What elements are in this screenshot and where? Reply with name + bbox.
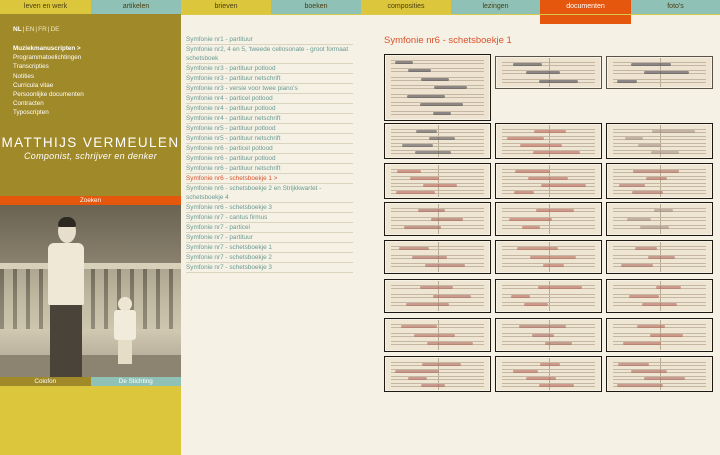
manuscript-thumbnail[interactable] — [606, 240, 713, 274]
document-list-item[interactable]: Symfonie nr6 - schetsboekje 3 — [186, 203, 353, 213]
manuscript-thumbnail[interactable] — [384, 318, 491, 352]
manuscript-thumbnail[interactable] — [384, 240, 491, 274]
sidebar-menu-item[interactable]: Programmatoelichtingen — [13, 53, 84, 62]
manuscript-thumbnail[interactable] — [606, 202, 713, 236]
nav-tab[interactable]: lezingen — [451, 0, 540, 14]
manuscript-thumbnail[interactable] — [384, 279, 491, 313]
manuscript-thumbnail[interactable] — [495, 356, 602, 392]
sidebar-bottom-panel — [0, 386, 181, 455]
language-switcher: NL|EN|FR|DE — [13, 26, 61, 33]
language-option[interactable]: NL — [13, 26, 22, 33]
nav-tab[interactable]: leven en werk — [0, 0, 91, 14]
document-list-item[interactable]: Symfonie nr3 - partituur netschrift — [186, 74, 353, 84]
document-list-item[interactable]: Symfonie nr7 - cantus firmus — [186, 213, 353, 223]
document-list-item[interactable]: Symfonie nr3 - versie voor twee piano's — [186, 84, 353, 94]
document-list-item[interactable]: Symfonie nr7 - schetsboekje 1 — [186, 243, 353, 253]
document-list-item[interactable]: Symfonie nr4 - particel potlood — [186, 94, 353, 104]
sidebar-menu-item[interactable]: Transcripties — [13, 62, 84, 71]
manuscript-thumbnail[interactable] — [384, 202, 491, 236]
portrait-photo — [0, 205, 181, 377]
document-list-item[interactable]: Symfonie nr6 - partituur netschrift — [186, 164, 353, 174]
sidebar-menu-item[interactable]: Notities — [13, 72, 84, 81]
language-option[interactable]: EN — [25, 26, 34, 33]
document-list-item[interactable]: Symfonie nr6 - partituur potlood — [186, 154, 353, 164]
nav-tab[interactable]: foto's — [631, 0, 720, 14]
document-list-item[interactable]: Symfonie nr4 - partituur potlood — [186, 104, 353, 114]
document-list-item[interactable]: Symfonie nr5 - partituur netschrift — [186, 134, 353, 144]
colofon-link[interactable]: Colofon — [0, 377, 91, 386]
manuscript-thumbnail[interactable] — [384, 163, 491, 199]
manuscript-thumbnail[interactable] — [606, 163, 713, 199]
sidebar-menu-item[interactable]: Persoonlijke documenten — [13, 90, 84, 99]
manuscript-thumbnail[interactable] — [495, 163, 602, 199]
language-option[interactable]: DE — [50, 26, 59, 33]
document-list-item[interactable]: Symfonie nr6 - schetsboekje 1 > — [186, 174, 353, 184]
language-option[interactable]: FR — [38, 26, 47, 33]
nav-tab[interactable]: composities — [361, 0, 451, 14]
sidebar-menu-item[interactable]: Typoscripten — [13, 108, 84, 117]
document-list-item[interactable]: Symfonie nr7 - partituur — [186, 233, 353, 243]
manuscript-thumbnail[interactable] — [495, 279, 602, 313]
document-list-item[interactable]: Symfonie nr3 - partituur potlood — [186, 64, 353, 74]
site-tagline: Componist, schrijver en denker — [23, 151, 158, 161]
document-list-item[interactable]: Symfonie nr4 - partituur netschrift — [186, 114, 353, 124]
sidebar-menu: Muziekmanuscripten > Programmatoelichting… — [13, 44, 84, 118]
document-list-item[interactable]: Symfonie nr6 - schetsboekje 2 en Strijkk… — [186, 184, 353, 203]
manuscript-thumbnail[interactable] — [606, 318, 713, 352]
nav-tab[interactable]: artikelen — [91, 0, 181, 14]
nav-tab[interactable]: documenten — [540, 0, 631, 24]
top-navigation: leven en werk artikelen brieven boeken compo… — [0, 0, 720, 24]
manuscript-thumbnail[interactable] — [606, 123, 713, 159]
manuscript-thumbnail[interactable] — [606, 279, 713, 313]
document-list-item[interactable]: Symfonie nr6 - particel potlood — [186, 144, 353, 154]
manuscript-thumbnail[interactable] — [495, 123, 602, 159]
sidebar: NL|EN|FR|DE Muziekmanuscripten > Programm… — [0, 14, 181, 455]
document-list-item[interactable]: Symfonie nr2, 4 en 5, 'tweede cellosonat… — [186, 45, 353, 64]
document-list-item[interactable]: Symfonie nr7 - particel — [186, 223, 353, 233]
manuscript-thumbnail[interactable] — [495, 318, 602, 352]
document-list-item[interactable]: Symfonie nr5 - partituur potlood — [186, 124, 353, 134]
site-name[interactable]: MATTHIJS VERMEULEN — [0, 135, 181, 150]
manuscript-thumbnail[interactable] — [495, 240, 602, 274]
stichting-link[interactable]: De Stichting — [90, 377, 181, 386]
document-list-item[interactable]: Symfonie nr7 - schetsboekje 3 — [186, 263, 353, 273]
manuscript-thumbnail[interactable] — [384, 356, 491, 392]
language-separator: | — [35, 26, 38, 33]
page-title: Symfonie nr6 - schetsboekje 1 — [384, 35, 512, 46]
manuscript-thumbnail[interactable] — [384, 123, 491, 159]
document-list: Symfonie nr1 - partituur Symfonie nr2, 4 … — [186, 35, 353, 273]
sidebar-menu-item[interactable]: Curricula vitae — [13, 81, 84, 90]
manuscript-thumbnail[interactable] — [495, 56, 602, 89]
manuscript-thumbnail[interactable] — [384, 54, 491, 121]
nav-tab[interactable]: boeken — [271, 0, 361, 14]
document-list-item[interactable]: Symfonie nr1 - partituur — [186, 35, 353, 45]
manuscript-thumbnail[interactable] — [606, 356, 713, 392]
search-button[interactable]: Zoeken — [0, 196, 181, 205]
manuscript-thumbnail[interactable] — [606, 56, 713, 89]
manuscript-thumbnail[interactable] — [495, 202, 602, 236]
sidebar-menu-item[interactable]: Contracten — [13, 99, 84, 108]
nav-tab[interactable]: brieven — [181, 0, 271, 14]
sidebar-menu-item[interactable]: Muziekmanuscripten > — [13, 44, 84, 53]
document-list-item[interactable]: Symfonie nr7 - schetsboekje 2 — [186, 253, 353, 263]
